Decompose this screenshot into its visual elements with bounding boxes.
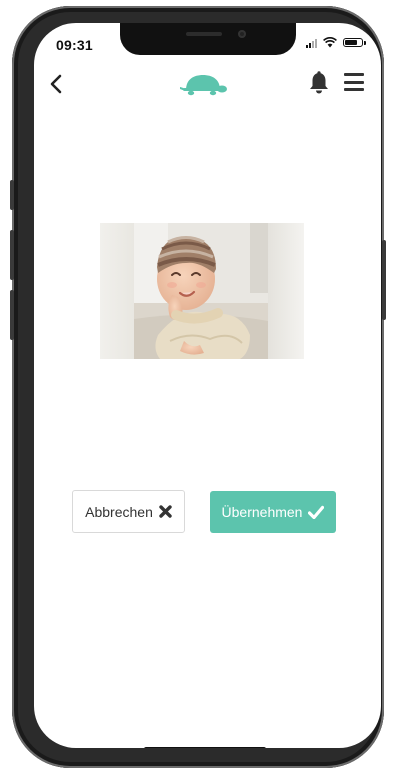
- baby-photo: [100, 223, 304, 359]
- volume-down-button: [10, 290, 14, 340]
- cancel-button[interactable]: Abbrechen: [72, 490, 185, 533]
- back-chevron-icon[interactable]: [44, 71, 70, 97]
- notch: [120, 23, 296, 55]
- speaker: [186, 32, 222, 36]
- cancel-button-label: Abbrechen: [85, 503, 153, 520]
- bell-icon[interactable]: [308, 71, 330, 95]
- home-indicator[interactable]: [144, 747, 266, 748]
- wifi-icon: [323, 37, 337, 48]
- close-icon: [159, 505, 172, 518]
- status-time: 09:31: [56, 37, 93, 53]
- checkmark-icon: [308, 505, 325, 519]
- app-screen: 09:31 Abbrechen Übernehmen: [34, 23, 381, 748]
- signal-icon: [306, 38, 317, 48]
- front-camera: [238, 30, 246, 38]
- volume-up-button: [10, 230, 14, 280]
- power-button: [382, 240, 386, 320]
- app-header: [34, 63, 381, 107]
- turtle-logo-icon[interactable]: [180, 71, 228, 97]
- apply-button-label: Übernehmen: [221, 504, 303, 520]
- status-icons: [306, 37, 366, 48]
- hamburger-menu-icon[interactable]: [344, 73, 364, 93]
- apply-button[interactable]: Übernehmen: [210, 491, 336, 533]
- battery-icon: [343, 38, 366, 47]
- mute-switch: [10, 180, 14, 210]
